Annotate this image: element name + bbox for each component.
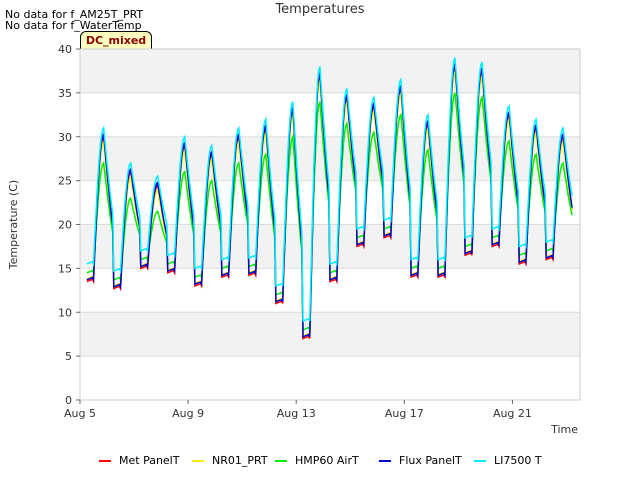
grid-band [80, 49, 580, 93]
legend-swatch [99, 460, 111, 462]
legend-swatch [474, 460, 486, 462]
x-tick-label: Aug 5 [64, 407, 96, 420]
legend-swatch [275, 460, 287, 462]
y-tick-label: 35 [58, 87, 72, 100]
y-tick-label: 30 [58, 131, 72, 144]
y-tick-label: 0 [65, 394, 72, 407]
x-tick-label: Aug 13 [277, 407, 316, 420]
x-axis-label: Time [550, 423, 578, 436]
y-axis-label: Temperature (C) [7, 180, 20, 270]
y-tick-label: 25 [58, 175, 72, 188]
y-tick-label: 10 [58, 306, 72, 319]
legend-swatch [192, 460, 204, 462]
legend-label: Flux PanelT [399, 454, 462, 467]
y-tick-label: 15 [58, 262, 72, 275]
chart-legend: Met PanelT NR01_PRT HMP60 AirT Flux PanelT L… [0, 453, 640, 469]
grid-band [80, 312, 580, 357]
legend-label: Met PanelT [119, 454, 180, 467]
y-tick-label: 5 [65, 350, 72, 363]
legend-label: NR01_PRT [212, 454, 268, 467]
x-tick-label: Aug 21 [493, 407, 532, 420]
y-tick-label: 20 [58, 219, 72, 232]
temperature-chart: 0 5 10 15 20 25 30 35 40 Aug 5 Aug 9 Aug 13 Aug 17 Au… [7, 43, 581, 436]
x-tick-label: Aug 17 [385, 407, 424, 420]
legend-label: LI7500 T [494, 454, 542, 467]
y-tick-label: 40 [58, 43, 72, 56]
legend-swatch [379, 460, 391, 462]
legend-label: HMP60 AirT [295, 454, 359, 467]
x-tick-label: Aug 9 [172, 407, 204, 420]
